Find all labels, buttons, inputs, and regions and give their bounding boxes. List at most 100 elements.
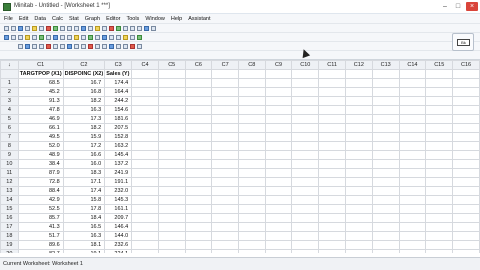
data-cell[interactable] [425,78,454,88]
toolbar-button-icon[interactable] [137,25,142,31]
data-cell[interactable] [344,96,373,106]
data-cell[interactable] [425,249,454,253]
data-cell[interactable] [211,249,239,253]
data-cell[interactable]: 52.5 [17,204,64,214]
worksheet-grid[interactable]: ↓ C1 C2 C3 C4 C5 C6 C7 C8 C9 C10 C11 C12 C13 C14 C15 C16… [0,60,480,253]
toolbar-button-icon[interactable] [102,43,107,49]
data-cell[interactable] [291,213,320,223]
data-cell[interactable] [371,177,400,187]
column-name-cell[interactable] [291,69,320,79]
data-cell[interactable]: 18.2 [62,96,106,106]
column-header-c11[interactable]: C11 [318,60,346,70]
column-name-cell[interactable] [371,69,400,79]
session-window-button[interactable]: Bk [452,33,474,51]
data-cell[interactable] [398,159,427,169]
data-cell[interactable] [291,132,320,142]
data-cell[interactable] [131,150,159,160]
data-cell[interactable] [344,114,373,124]
toolbar-button-icon[interactable] [123,43,128,49]
data-cell[interactable] [264,222,293,232]
data-cell[interactable]: 51.7 [17,231,64,241]
data-cell[interactable] [211,132,239,142]
column-header-c12[interactable]: C12 [344,60,373,70]
toolbar-button-icon[interactable] [25,34,30,40]
data-cell[interactable] [344,87,373,97]
data-cell[interactable] [131,249,159,253]
data-cell[interactable] [237,105,266,115]
toolbar-button-icon[interactable] [144,25,149,31]
menu-item-editor[interactable]: Editor [106,16,120,22]
toolbar-button-icon[interactable] [88,25,93,31]
data-cell[interactable] [291,87,320,97]
data-cell[interactable]: 42.9 [17,195,64,205]
data-cell[interactable] [398,105,427,115]
row-number[interactable]: 13 [0,186,19,196]
data-cell[interactable] [318,141,346,151]
data-cell[interactable] [131,177,159,187]
data-cell[interactable]: 146.4 [104,222,133,232]
data-cell[interactable] [211,105,239,115]
toolbar-button-icon[interactable] [116,34,121,40]
data-cell[interactable] [131,204,159,214]
toolbar-button-icon[interactable] [81,34,86,40]
data-cell[interactable] [291,231,320,241]
menu-item-file[interactable]: File [4,16,13,22]
data-cell[interactable] [237,213,266,223]
data-cell[interactable] [398,168,427,178]
data-cell[interactable]: 38.4 [17,159,64,169]
toolbar-button-icon[interactable] [116,25,121,31]
data-cell[interactable]: 16.7 [62,78,106,88]
data-cell[interactable] [452,105,480,115]
data-cell[interactable] [291,186,320,196]
data-cell[interactable] [452,141,480,151]
data-cell[interactable] [184,87,213,97]
data-cell[interactable] [211,177,239,187]
data-cell[interactable] [425,213,454,223]
data-cell[interactable] [184,177,213,187]
data-cell[interactable] [344,159,373,169]
data-cell[interactable]: 16.5 [62,222,106,232]
data-cell[interactable] [398,96,427,106]
menu-item-stat[interactable]: Stat [69,16,79,22]
menu-item-edit[interactable]: Edit [19,16,28,22]
data-cell[interactable] [291,105,320,115]
data-cell[interactable] [157,78,186,88]
data-cell[interactable] [211,186,239,196]
row-number[interactable]: 15 [0,204,19,214]
data-cell[interactable] [184,78,213,88]
data-cell[interactable] [237,78,266,88]
menu-item-tools[interactable]: Tools [126,16,139,22]
data-cell[interactable] [211,78,239,88]
column-name-cell[interactable] [344,69,373,79]
data-cell[interactable] [318,96,346,106]
data-cell[interactable] [211,195,239,205]
data-cell[interactable] [371,87,400,97]
data-cell[interactable]: 66.1 [17,123,64,133]
data-cell[interactable] [425,105,454,115]
data-cell[interactable] [264,231,293,241]
data-cell[interactable] [237,195,266,205]
data-cell[interactable]: 45.2 [17,87,64,97]
data-cell[interactable]: 232.0 [104,186,133,196]
data-cell[interactable] [318,159,346,169]
data-cell[interactable]: 47.8 [17,105,64,115]
data-cell[interactable] [291,150,320,160]
toolbar-button-icon[interactable] [130,34,135,40]
toolbar-button-icon[interactable] [32,25,37,31]
data-cell[interactable] [131,231,159,241]
data-cell[interactable] [211,150,239,160]
data-cell[interactable] [425,195,454,205]
column-header-c10[interactable]: C10 [291,60,320,70]
column-header-c9[interactable]: C9 [264,60,293,70]
data-cell[interactable] [452,240,480,250]
data-cell[interactable]: 41.3 [17,222,64,232]
toolbar-button-icon[interactable] [74,25,79,31]
row-number[interactable]: 17 [0,222,19,232]
column-name-cell[interactable] [184,69,213,79]
data-cell[interactable]: 181.6 [104,114,133,124]
data-cell[interactable]: 224.1 [104,249,133,253]
data-cell[interactable] [318,78,346,88]
toolbar-button-icon[interactable] [53,25,58,31]
data-cell[interactable] [318,249,346,253]
corner-arrow-icon[interactable]: ↓ [0,60,19,70]
